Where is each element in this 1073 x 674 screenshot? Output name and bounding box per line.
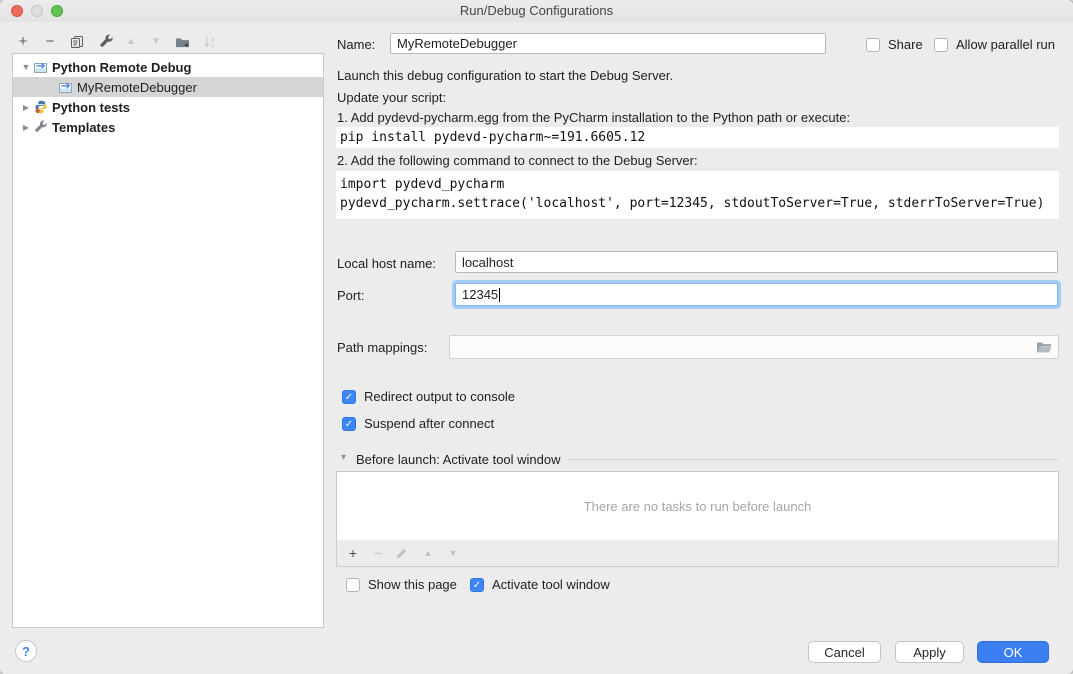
name-label: Name:	[337, 37, 375, 52]
settrace-code-line2: pydevd_pycharm.settrace('localhost', por…	[340, 194, 1055, 213]
edit-defaults-button[interactable]	[97, 33, 115, 50]
section-divider	[568, 459, 1058, 460]
suspend-after-connect-checkbox[interactable]: ✓	[342, 417, 356, 431]
move-task-up-button: ▲	[420, 548, 436, 558]
path-mappings-label: Path mappings:	[337, 340, 427, 355]
tree-item-python-remote-debug[interactable]: ▼ Python Remote Debug	[13, 57, 323, 77]
chevron-down-icon[interactable]: ▼	[20, 62, 32, 72]
remove-task-button: −	[370, 545, 386, 561]
run-debug-configurations-dialog: Run/Debug Configurations + − ▲ ▼ a z	[0, 0, 1073, 674]
cancel-button[interactable]: Cancel	[808, 641, 881, 663]
tree-item-label: MyRemoteDebugger	[77, 80, 197, 95]
show-this-page-checkbox[interactable]	[346, 578, 360, 592]
run-config-icon	[57, 80, 74, 94]
tree-item-templates[interactable]: ▶ Templates	[13, 117, 323, 137]
add-task-button[interactable]: +	[345, 545, 361, 561]
update-script-text: Update your script:	[337, 90, 446, 105]
intro-text: Launch this debug configuration to start…	[337, 68, 673, 83]
wrench-icon	[99, 34, 114, 49]
folder-add-icon	[175, 35, 191, 49]
sort-configurations-button: a z	[201, 33, 219, 50]
allow-parallel-checkbox-row[interactable]: Allow parallel run	[934, 37, 1055, 52]
step1-text: 1. Add pydevd-pycharm.egg from the PyCha…	[337, 110, 850, 125]
templates-wrench-icon	[32, 120, 49, 134]
collapse-arrow-icon[interactable]: ▾	[341, 452, 346, 463]
help-button[interactable]: ?	[15, 640, 37, 662]
tree-item-label: Python Remote Debug	[52, 60, 191, 75]
suspend-after-connect-label: Suspend after connect	[364, 416, 494, 431]
sort-az-icon: a z	[203, 35, 217, 49]
minus-icon: −	[46, 33, 55, 50]
redirect-output-row[interactable]: ✓ Redirect output to console	[342, 389, 515, 404]
redirect-output-label: Redirect output to console	[364, 389, 515, 404]
empty-tasks-message: There are no tasks to run before launch	[584, 499, 812, 514]
configurations-tree: ▼ Python Remote Debug MyRe	[12, 53, 324, 628]
port-value: 12345	[462, 287, 498, 302]
local-host-label: Local host name:	[337, 256, 436, 271]
tree-item-myremotedebugger[interactable]: MyRemoteDebugger	[13, 77, 323, 97]
allow-parallel-run-checkbox[interactable]	[934, 38, 948, 52]
before-launch-task-list[interactable]: There are no tasks to run before launch	[336, 471, 1059, 541]
tree-item-label: Python tests	[52, 100, 130, 115]
add-configuration-button[interactable]: +	[14, 33, 32, 50]
triangle-up-icon: ▲	[126, 36, 136, 47]
pip-install-code: pip install pydevd-pycharm~=191.6605.12	[336, 127, 1059, 148]
settrace-code-line1: import pydevd_pycharm	[340, 175, 1055, 194]
before-launch-title: Before launch: Activate tool window	[356, 452, 561, 467]
step2-text: 2. Add the following command to connect …	[337, 153, 698, 168]
chevron-right-icon[interactable]: ▶	[20, 103, 32, 112]
show-this-page-row[interactable]: Show this page	[346, 577, 457, 592]
activate-tool-window-row[interactable]: ✓ Activate tool window	[470, 577, 610, 592]
move-task-down-button: ▼	[445, 548, 461, 558]
help-icon: ?	[22, 644, 30, 659]
tree-item-python-tests[interactable]: ▶ Python tests	[13, 97, 323, 117]
edit-task-button	[395, 547, 411, 560]
local-host-input[interactable]	[455, 251, 1058, 273]
activate-tool-window-label: Activate tool window	[492, 577, 610, 592]
svg-text:z: z	[211, 43, 214, 49]
titlebar: Run/Debug Configurations	[0, 0, 1073, 22]
create-folder-button[interactable]	[174, 33, 192, 50]
activate-tool-window-checkbox[interactable]: ✓	[470, 578, 484, 592]
path-mappings-input[interactable]	[449, 335, 1059, 359]
remove-configuration-button[interactable]: −	[41, 33, 59, 50]
move-up-button: ▲	[122, 33, 140, 50]
window-title: Run/Debug Configurations	[0, 3, 1073, 18]
share-checkbox[interactable]	[866, 38, 880, 52]
text-caret	[499, 288, 500, 302]
settrace-code: import pydevd_pycharm pydevd_pycharm.set…	[336, 171, 1059, 219]
run-config-icon	[32, 60, 49, 74]
redirect-output-checkbox[interactable]: ✓	[342, 390, 356, 404]
show-this-page-label: Show this page	[368, 577, 457, 592]
copy-configuration-button[interactable]	[68, 33, 86, 50]
apply-button[interactable]: Apply	[895, 641, 964, 663]
plus-icon: +	[19, 33, 28, 50]
name-input[interactable]	[390, 33, 826, 54]
python-tests-icon	[32, 100, 49, 114]
triangle-down-icon: ▼	[151, 36, 161, 47]
tasks-toolbar: + − ▲ ▼	[336, 540, 1059, 567]
suspend-after-connect-row[interactable]: ✓ Suspend after connect	[342, 416, 494, 431]
chevron-right-icon[interactable]: ▶	[20, 123, 32, 132]
pencil-icon	[395, 547, 408, 560]
ok-button[interactable]: OK	[977, 641, 1049, 663]
tree-item-label: Templates	[52, 120, 115, 135]
port-label: Port:	[337, 288, 364, 303]
share-label: Share	[888, 37, 923, 52]
browse-folder-icon[interactable]	[1036, 341, 1052, 354]
copy-icon	[70, 35, 84, 49]
port-input[interactable]: 12345	[455, 283, 1058, 306]
move-down-button: ▼	[147, 33, 165, 50]
allow-parallel-run-label: Allow parallel run	[956, 37, 1055, 52]
share-checkbox-row[interactable]: Share	[866, 37, 923, 52]
